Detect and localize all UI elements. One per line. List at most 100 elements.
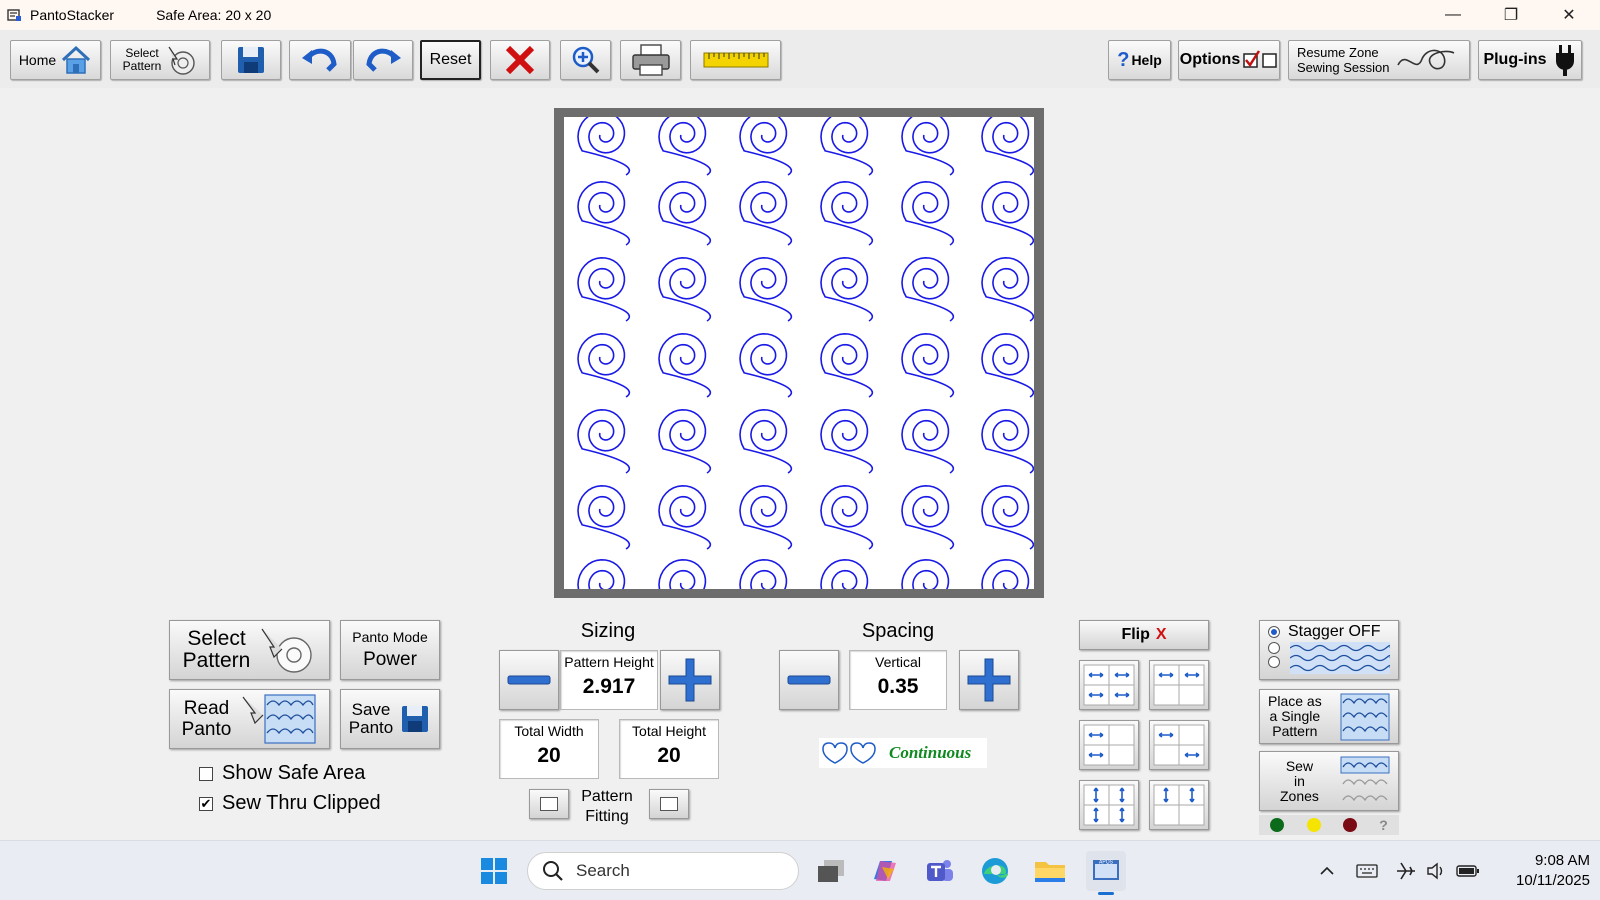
flip-button[interactable]: Flip X <box>1079 620 1209 650</box>
pattern-height-field[interactable]: Pattern Height 2.917 <box>560 650 658 710</box>
flip-all-horizontal-button[interactable] <box>1079 660 1139 710</box>
zoom-button[interactable] <box>560 40 611 80</box>
flip-all-vertical-button[interactable] <box>1079 780 1139 830</box>
panto-mode-button[interactable]: Panto Mode Power <box>340 620 440 680</box>
swirl-motif <box>739 332 793 398</box>
swirl-motif <box>820 256 874 322</box>
pattern-wheel-hand-icon <box>261 628 313 673</box>
resume-label-line2: Sewing Session <box>1297 60 1390 75</box>
status-help-icon[interactable]: ? <box>1379 817 1388 833</box>
plugins-button[interactable]: Plug-ins <box>1478 40 1582 80</box>
total-width-value: 20 <box>537 744 561 767</box>
read-panto-line2: Panto <box>181 719 232 740</box>
safe-area-title: Safe Area: 20 x 20 <box>156 7 272 23</box>
home-label: Home <box>18 52 57 68</box>
flip-alternate-horizontal-button[interactable] <box>1149 720 1209 770</box>
vertical-spacing-increase-button[interactable] <box>959 650 1019 710</box>
resume-zone-button[interactable]: Resume Zone Sewing Session <box>1288 40 1470 80</box>
help-label: Help <box>1131 52 1162 68</box>
swirl-motif <box>981 484 1034 550</box>
print-button[interactable] <box>620 40 681 80</box>
options-button[interactable]: Options <box>1178 40 1280 80</box>
copilot-icon <box>874 861 896 881</box>
close-window-button[interactable]: ✕ <box>1540 0 1598 30</box>
reset-label: Reset <box>429 51 472 68</box>
stagger-option-radio[interactable] <box>1268 642 1280 654</box>
stagger-option-radio[interactable] <box>1268 656 1280 668</box>
edge-button[interactable] <box>977 853 1013 889</box>
pattern-fitting-right-button[interactable] <box>649 789 689 819</box>
red-light-icon[interactable] <box>1342 818 1357 832</box>
flip-top-horizontal-button[interactable] <box>1149 660 1209 710</box>
pattern-height-increase-button[interactable] <box>660 650 720 710</box>
teams-button[interactable] <box>922 853 958 889</box>
taskbar-search[interactable]: Search <box>527 852 799 890</box>
folder-icon <box>1035 862 1065 882</box>
apqs-app-button[interactable]: APQS <box>1086 851 1126 895</box>
swirl-motif <box>739 256 793 322</box>
redo-arrow-icon <box>366 48 401 72</box>
swirl-motif <box>981 332 1034 398</box>
pattern-fitting-left-button[interactable] <box>529 789 569 819</box>
minimize-button[interactable]: — <box>1424 0 1482 30</box>
delete-button[interactable] <box>490 40 550 80</box>
vertical-spacing-decrease-button[interactable] <box>779 650 839 710</box>
volume-button[interactable] <box>1425 859 1449 883</box>
sew-in-zones-button[interactable]: Sew in Zones <box>1259 751 1399 811</box>
undo-arrow-icon <box>302 48 337 72</box>
windows-logo-icon <box>481 858 507 884</box>
swirl-motif <box>901 558 950 589</box>
measure-button[interactable] <box>690 40 781 80</box>
save-panto-button[interactable]: Save Panto <box>340 689 440 749</box>
pattern-canvas[interactable] <box>564 117 1034 589</box>
green-light-icon[interactable] <box>1270 818 1285 832</box>
swirl-motif <box>739 408 793 474</box>
flip-alternate-vertical-button[interactable] <box>1149 780 1209 830</box>
vertical-spacing-field[interactable]: Vertical 0.35 <box>849 650 947 710</box>
yellow-light-icon[interactable] <box>1306 818 1321 832</box>
start-button[interactable] <box>476 853 512 889</box>
clock[interactable]: 9:08 AM 10/11/2025 <box>1490 851 1590 891</box>
place-single-pattern-button[interactable]: Place as a Single Pattern <box>1259 689 1399 744</box>
zones-icon <box>1340 756 1390 802</box>
show-hidden-icons-button[interactable] <box>1315 859 1339 883</box>
stagger-off-radio[interactable] <box>1268 626 1280 638</box>
home-button[interactable]: Home <box>10 40 101 80</box>
sew-thru-clipped-checkbox[interactable]: ✔ <box>199 797 213 811</box>
copilot-button[interactable] <box>867 853 903 889</box>
select-pattern-button[interactable]: Select Pattern <box>169 620 330 680</box>
pattern-wheel-icon <box>168 46 196 75</box>
airplane-mode-button[interactable] <box>1394 859 1418 883</box>
sew-line3: Zones <box>1280 787 1319 804</box>
save-toolbar-button[interactable] <box>221 40 281 80</box>
redo-button[interactable] <box>353 40 413 80</box>
swirl-motif <box>981 117 1034 176</box>
select-pattern-toolbar-button[interactable]: Select Pattern <box>110 40 210 80</box>
total-height-field[interactable]: Total Height 20 <box>619 719 719 779</box>
swirl-motif <box>820 332 874 398</box>
battery-button[interactable] <box>1456 859 1480 883</box>
svg-text:APQS: APQS <box>1099 860 1114 866</box>
plug-icon <box>1555 45 1574 76</box>
file-explorer-button[interactable] <box>1032 853 1068 889</box>
total-width-field[interactable]: Total Width 20 <box>499 719 599 779</box>
swirl-motif <box>981 408 1034 474</box>
show-safe-area-checkbox[interactable] <box>199 767 213 781</box>
swirl-motif <box>739 180 793 246</box>
undo-button[interactable] <box>289 40 351 80</box>
read-panto-button[interactable]: Read Panto <box>169 689 330 749</box>
minus-icon <box>787 675 831 685</box>
swirl-motif <box>901 117 955 176</box>
continuous-indicator[interactable]: Continuous <box>819 738 987 768</box>
flip-left-horizontal-button[interactable] <box>1079 720 1139 770</box>
restore-button[interactable]: ❐ <box>1482 0 1540 30</box>
reset-button[interactable]: Reset <box>420 40 481 80</box>
task-view-button[interactable] <box>813 853 849 889</box>
pattern-fitting-line1: Pattern <box>581 788 633 805</box>
help-button[interactable]: ? Help <box>1108 40 1171 80</box>
keyboard-tray-button[interactable] <box>1355 859 1379 883</box>
teams-icon <box>927 860 953 881</box>
keyboard-icon <box>1356 864 1378 878</box>
pattern-height-decrease-button[interactable] <box>499 650 559 710</box>
swirl-motif <box>981 180 1034 246</box>
